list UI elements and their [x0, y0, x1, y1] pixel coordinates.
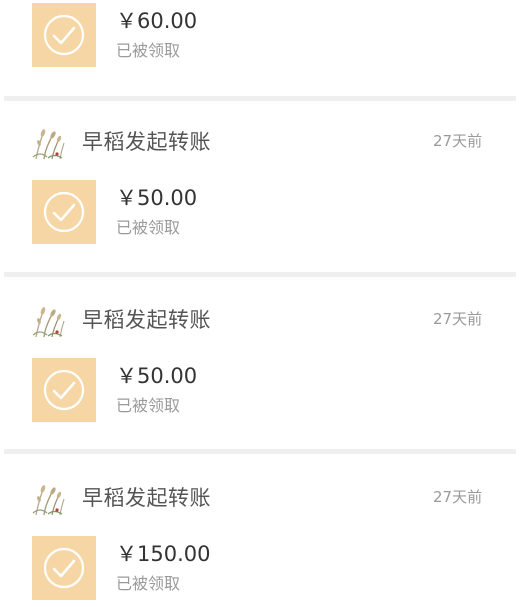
- transfer-history-list: ￥60.00 已被领取 早稻发起转账 27天前 ￥50.00 已被领取 早稻发起…: [0, 0, 526, 607]
- transfer-amount: ￥150.00: [116, 542, 211, 566]
- transfer-status: 已被领取: [116, 218, 181, 237]
- transfer-header: 早稻发起转账 27天前: [0, 299, 526, 339]
- check-circle-icon: [43, 191, 85, 233]
- check-circle-icon: [43, 369, 85, 411]
- wheat-avatar-icon: [32, 129, 65, 160]
- transfer-time: 27天前: [433, 310, 483, 328]
- transfer-amount: ￥50.00: [116, 186, 198, 210]
- wheat-avatar-icon: [32, 485, 65, 516]
- card-divider: [4, 96, 516, 101]
- transfer-received-badge: [32, 180, 96, 244]
- transfer-card[interactable]: 早稻发起转账 27天前 ￥50.00 已被领取: [0, 121, 526, 271]
- wheat-avatar-icon: [32, 307, 65, 338]
- transfer-body[interactable]: ￥150.00 已被领取: [0, 536, 526, 602]
- card-divider: [4, 449, 516, 454]
- transfer-card[interactable]: 早稻发起转账 27天前 ￥50.00 已被领取: [0, 299, 526, 449]
- check-circle-icon: [43, 547, 85, 589]
- avatar[interactable]: [30, 301, 68, 339]
- transfer-header: 早稻发起转账 27天前: [0, 121, 526, 161]
- transfer-status: 已被领取: [116, 396, 181, 415]
- avatar[interactable]: [30, 479, 68, 517]
- transfer-body[interactable]: ￥50.00 已被领取: [0, 358, 526, 424]
- transfer-body[interactable]: ￥60.00 已被领取: [0, 3, 526, 69]
- transfer-status: 已被领取: [116, 574, 181, 593]
- transfer-status: 已被领取: [116, 41, 181, 60]
- transfer-amount: ￥60.00: [116, 9, 198, 33]
- transfer-card[interactable]: ￥60.00 已被领取: [0, 0, 526, 95]
- sender-name: 早稻发起转账: [82, 130, 211, 154]
- sender-name: 早稻发起转账: [82, 308, 211, 332]
- check-circle-icon: [43, 14, 85, 56]
- transfer-header: 早稻发起转账 27天前: [0, 477, 526, 517]
- transfer-body[interactable]: ￥50.00 已被领取: [0, 180, 526, 246]
- transfer-time: 27天前: [433, 488, 483, 506]
- transfer-received-badge: [32, 358, 96, 422]
- sender-name: 早稻发起转账: [82, 486, 211, 510]
- transfer-received-badge: [32, 536, 96, 600]
- transfer-received-badge: [32, 3, 96, 67]
- avatar[interactable]: [30, 123, 68, 161]
- transfer-amount: ￥50.00: [116, 364, 198, 388]
- card-divider: [4, 272, 516, 277]
- transfer-time: 27天前: [433, 132, 483, 150]
- transfer-card[interactable]: 早稻发起转账 27天前 ￥150.00 已被领取: [0, 477, 526, 607]
